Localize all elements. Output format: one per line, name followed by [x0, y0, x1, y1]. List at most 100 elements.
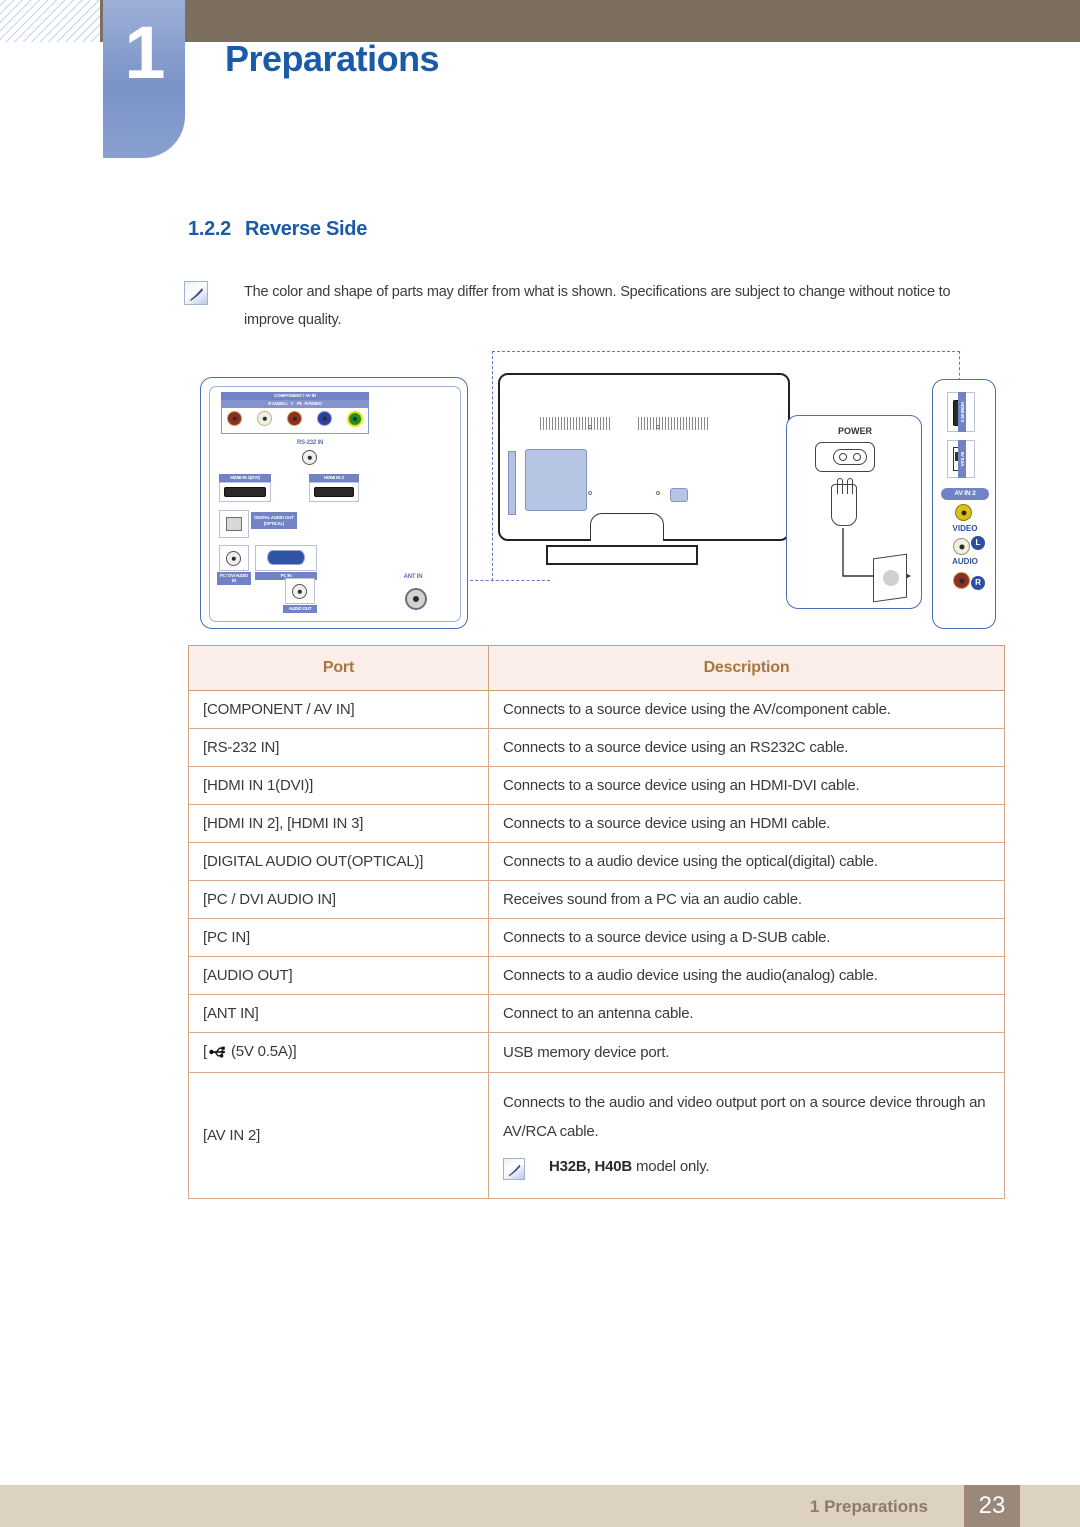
- note-text: The color and shape of parts may differ …: [244, 284, 951, 329]
- table-row: [HDMI IN 2], [HDMI IN 3] Connects to a so…: [188, 804, 1005, 843]
- monitor-connector-block: [525, 449, 587, 511]
- component-av-in-label-text: COMPONENT / AV IN: [221, 392, 369, 400]
- usb-port-prefix: [: [203, 1043, 207, 1060]
- note-icon: [503, 1158, 525, 1180]
- section-number: 1.2.2: [188, 218, 231, 240]
- monitor-stand-base: [546, 545, 698, 565]
- table-header-row: Port Description: [188, 645, 1005, 691]
- chapter-number: 1: [124, 11, 165, 94]
- hdmi1-port: [224, 487, 266, 497]
- av-in-2-model-note: H32B, H40B model only.: [503, 1158, 990, 1182]
- cell-port-usb: [ (5V 0.5A)]: [188, 1032, 489, 1073]
- jack-rs232-in: [302, 450, 317, 465]
- table-row: [ANT IN] Connect to an antenna cable.: [188, 994, 1005, 1033]
- table-row: [PC / DVI AUDIO IN] Receives sound from a…: [188, 880, 1005, 919]
- header-hatch-decoration: [0, 0, 100, 42]
- section-title: Reverse Side: [244, 218, 368, 240]
- video-label: VIDEO: [952, 524, 978, 533]
- audio-r-channel-badge: R: [971, 576, 985, 590]
- hdmi3-label: HDMI IN 3: [958, 392, 966, 432]
- cell-port: [HDMI IN 2], [HDMI IN 3]: [188, 804, 489, 843]
- usb-port-suffix: (5V 0.5A)]: [230, 1043, 297, 1060]
- jack-component-y: [287, 411, 302, 426]
- monitor-vesa-hole-1: [588, 425, 592, 429]
- pc-in-dsub-port: [267, 550, 305, 565]
- table-row: [COMPONENT / AV IN] Connects to a source …: [188, 690, 1005, 729]
- audio-l-channel-badge: L: [971, 536, 985, 550]
- cell-description: Connects to a source device using an HDM…: [488, 804, 1005, 843]
- cell-description: Connects to a source device using an RS2…: [488, 728, 1005, 767]
- av-in-2-note-suffix: model only.: [632, 1158, 710, 1175]
- cell-port: [AUDIO OUT]: [188, 956, 489, 995]
- monitor-stand-neck: [590, 513, 664, 541]
- table-row: [RS-232 IN] Connects to a source device u…: [188, 728, 1005, 767]
- cell-description: Connect to an antenna cable.: [488, 994, 1005, 1033]
- leader-line-bottom-left: [460, 580, 550, 581]
- cell-port: [DIGITAL AUDIO OUT(OPTICAL)]: [188, 842, 489, 881]
- cell-description: Connects to a source device using an HDM…: [488, 766, 1005, 805]
- header-brown-bar: [100, 0, 1080, 42]
- table-row-av-in-2: [AV IN 2] Connects to the audio and vide…: [188, 1072, 1005, 1199]
- leader-line-top: [492, 351, 960, 352]
- av-in2-label: AV IN 2: [941, 488, 989, 501]
- port-description-table: Port Description [COMPONENT / AV IN] Conn…: [188, 645, 1005, 1199]
- section-heading: 1.2.2 Reverse Side: [188, 218, 367, 241]
- table-row: [PC IN] Connects to a source device using…: [188, 918, 1005, 957]
- monitor-vent-left: [540, 417, 610, 430]
- av-in-2-description-text: Connects to the audio and video output p…: [503, 1094, 986, 1140]
- jack-av-video: [955, 504, 972, 521]
- table-row: [HDMI IN 1(DVI)] Connects to a source dev…: [188, 766, 1005, 805]
- pc-dvi-audio-in-label: PC / DVI AUDIO IN: [217, 572, 251, 585]
- monitor-side-connector-strip: [508, 451, 516, 515]
- hdmi1-label: HDMI IN 1(DVI): [219, 474, 271, 482]
- leader-line-right-vertical: [959, 351, 960, 381]
- cell-port-av-in-2: [AV IN 2]: [188, 1072, 489, 1199]
- cell-port: [PC / DVI AUDIO IN]: [188, 880, 489, 919]
- cell-port: [RS-232 IN]: [188, 728, 489, 767]
- monitor-vesa-hole-2: [656, 425, 660, 429]
- jack-audio-out: [292, 584, 307, 599]
- jack-component-pr-video: [347, 411, 363, 427]
- footer-page-number: 23: [964, 1485, 1020, 1527]
- jack-av-audio-l: [953, 538, 970, 555]
- hdmi2-port: [314, 487, 354, 497]
- chapter-title: Preparations: [225, 38, 440, 79]
- cell-description: Connects to a source device using a D-SU…: [488, 918, 1005, 957]
- audio-label: AUDIO: [952, 557, 978, 566]
- av-in-2-note-models: H32B, H40B: [549, 1158, 633, 1175]
- jack-av-audio-r: [953, 572, 970, 589]
- table-header-port: Port: [188, 645, 489, 691]
- digital-audio-out-port: [226, 517, 242, 531]
- cell-port: [COMPONENT / AV IN]: [188, 690, 489, 729]
- component-jack-sublabels: R AUDIO L Y Pb Pr/VIDEO: [268, 401, 322, 406]
- cell-description: Receives sound from a PC via an audio ca…: [488, 880, 1005, 919]
- monitor-vesa-hole-3: [588, 491, 592, 495]
- monitor-rear-illustration: [498, 373, 790, 565]
- monitor-vesa-hole-4: [656, 491, 660, 495]
- jack-component-pb: [317, 411, 332, 426]
- cell-description: Connects to a audio device using the aud…: [488, 956, 1005, 995]
- cell-port: [HDMI IN 1(DVI)]: [188, 766, 489, 805]
- leader-line-left-vertical: [492, 351, 493, 581]
- audio-out-label: AUDIO OUT: [283, 605, 317, 613]
- chapter-badge: 1: [103, 0, 185, 158]
- usb-label: 5V 0.5A: [958, 440, 966, 478]
- cell-port: [PC IN]: [188, 918, 489, 957]
- digital-audio-out-label: DIGITAL AUDIO OUT (OPTICAL): [251, 512, 297, 529]
- table-row-usb: [ (5V 0.5A)] USB memory device port.: [188, 1032, 1005, 1073]
- cell-description: Connects to a audio device using the opt…: [488, 842, 1005, 881]
- cell-description-av-in-2: Connects to the audio and video output p…: [488, 1072, 1005, 1199]
- cell-description: Connects to a source device using the AV…: [488, 690, 1005, 729]
- note-block: The color and shape of parts may differ …: [184, 278, 954, 335]
- footer-chapter-label: 1 Preparations: [809, 1497, 928, 1516]
- table-row: [DIGITAL AUDIO OUT(OPTICAL)] Connects to …: [188, 842, 1005, 881]
- ant-in-label: ANT IN: [403, 574, 423, 580]
- left-connector-callout: COMPONENT / AV IN R AUDIO L Y Pb Pr/VIDE…: [200, 377, 468, 629]
- jack-pc-dvi-audio-in: [226, 551, 241, 566]
- cell-description-usb: USB memory device port.: [488, 1032, 1005, 1073]
- rs232-label: RS-232 IN: [296, 440, 324, 446]
- note-icon: [184, 281, 208, 305]
- jack-ant-in: [405, 588, 427, 610]
- usb-icon: [209, 1045, 229, 1062]
- monitor-power-socket: [670, 488, 688, 502]
